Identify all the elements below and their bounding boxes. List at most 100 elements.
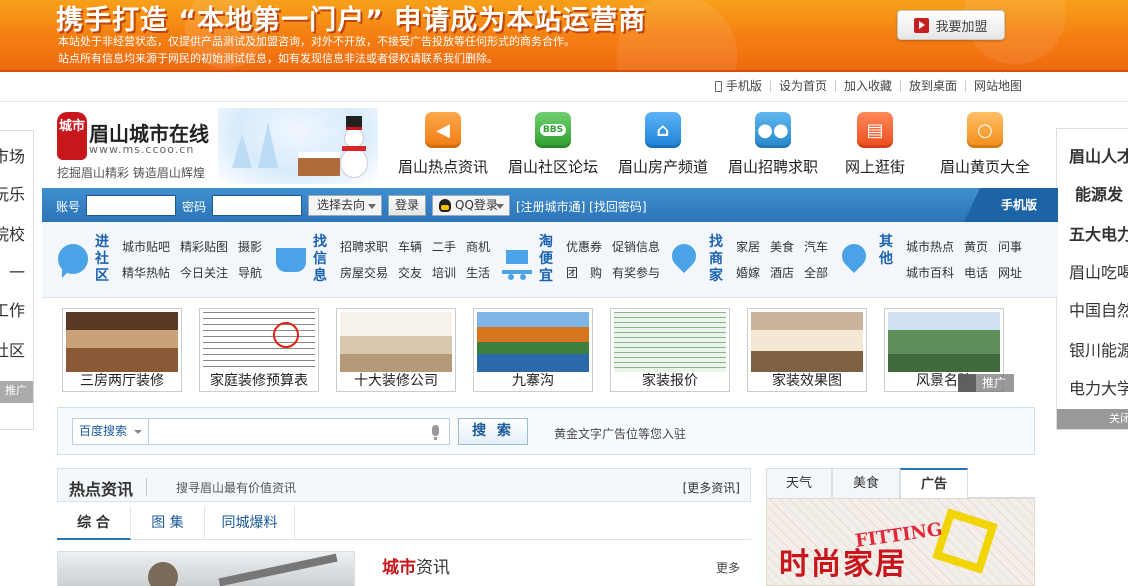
text-ad-slot[interactable]: 黄金文字广告位等您入驻	[554, 425, 686, 442]
search-input[interactable]	[148, 418, 450, 445]
left-ad-item[interactable]: 院校	[0, 221, 25, 245]
category-link[interactable]: 房屋交易	[340, 264, 388, 290]
left-ad-item[interactable]: 一	[0, 259, 25, 283]
account-input[interactable]	[86, 195, 176, 216]
top-banner: 携手打造 “本地第一门户” 申请成为本站运营商 本站处于非经营状态，仅提供产品测…	[0, 0, 1128, 72]
tab-ads[interactable]: 广告	[900, 468, 968, 499]
goto-select[interactable]: 选择去向	[308, 195, 382, 216]
category-link[interactable]: 城市贴吧	[122, 238, 170, 264]
more-news-link[interactable]: [更多资讯]	[683, 479, 740, 496]
tab-weather[interactable]: 天气	[766, 468, 832, 498]
right-ad-item[interactable]: 眉山吃喝	[1069, 259, 1128, 283]
city-news-more-link[interactable]: 更多	[716, 559, 740, 576]
left-ad-item[interactable]: 玩乐	[0, 181, 25, 205]
add-favorite-link[interactable]: 加入收藏	[834, 80, 900, 92]
category-link[interactable]: 城市热点	[906, 238, 954, 264]
left-ad-item[interactable]: 社区	[0, 337, 25, 361]
microphone-icon[interactable]	[432, 425, 439, 440]
desktop-shortcut-link[interactable]: 放到桌面	[899, 80, 965, 92]
channel-forum[interactable]: BBS 眉山社区论坛	[498, 112, 608, 177]
left-float-ad[interactable]: 市场 玩乐 院校 一 工作 社区 推广	[0, 130, 34, 430]
category-link[interactable]: 团 购	[566, 264, 602, 290]
right-ad-item[interactable]: 电力大学	[1069, 375, 1128, 399]
category-link[interactable]: 促销信息	[612, 238, 660, 264]
category-link[interactable]: 城市百科	[906, 264, 954, 290]
category-link[interactable]: 网址	[998, 264, 1022, 290]
channel-house[interactable]: ⌂ 眉山房产频道	[608, 112, 718, 177]
channel-shopping[interactable]: ▤ 网上逛街	[820, 112, 930, 177]
right-ad-close[interactable]: 关闭	[1057, 409, 1128, 429]
channel-yellowpages[interactable]: ○ 眉山黄页大全	[930, 112, 1040, 177]
right-ad-item[interactable]: 眉山人才	[1069, 143, 1128, 167]
category-link[interactable]: 招聘求职	[340, 238, 388, 264]
mobile-link[interactable]: 手机版	[707, 80, 770, 92]
category-link[interactable]: 电话	[964, 264, 988, 290]
category-link[interactable]: 二手	[432, 238, 456, 264]
join-button[interactable]: 我要加盟	[897, 10, 1005, 40]
banner-notice-2: 站点所有信息均来源于网民的初始测试信息，如有发现信息非法或者侵权请联系我们删除。	[58, 52, 498, 65]
thumbnail[interactable]: 九寨沟	[473, 308, 593, 392]
tab-gallery[interactable]: 图 集	[131, 506, 205, 540]
category-link[interactable]: 交友	[398, 264, 422, 290]
category-link[interactable]: 精彩贴图	[180, 238, 228, 264]
category-link[interactable]: 家居	[736, 238, 760, 264]
login-bar: 账号 密码 选择去向 登录 QQ登录 [注册城市通] [找回密码] 手机版	[42, 188, 1058, 222]
password-input[interactable]	[212, 195, 302, 216]
tab-general[interactable]: 综 合	[57, 506, 131, 540]
set-homepage-link[interactable]: 设为首页	[769, 80, 835, 92]
category-link[interactable]: 婚嫁	[736, 264, 760, 290]
category-link[interactable]: 车辆	[398, 238, 422, 264]
category-link[interactable]: 培训	[432, 264, 456, 290]
qq-login-select[interactable]: QQ登录	[432, 195, 510, 216]
tab-food[interactable]: 美食	[832, 468, 900, 498]
news-photo[interactable]	[57, 551, 355, 586]
thumbnail-image	[340, 312, 452, 372]
right-ad-item[interactable]: 中国自然	[1069, 297, 1128, 321]
city-news-heading: 城市资讯	[382, 558, 450, 578]
channel-hot-news[interactable]: ◀ 眉山热点资讯	[388, 112, 498, 177]
promo-badge: 推广	[958, 374, 1014, 392]
search-button[interactable]: 搜 索	[458, 418, 528, 445]
category-link[interactable]: 精华热帖	[122, 264, 170, 290]
category-link[interactable]: 全部	[804, 264, 828, 290]
thumbnail[interactable]: 十大装修公司	[336, 308, 456, 392]
thumbnail[interactable]: 家装效果图	[747, 308, 867, 392]
shopping-cart-icon	[502, 244, 532, 280]
category-link[interactable]: 美食	[770, 238, 794, 264]
thumbnail[interactable]: 家庭装修预算表	[199, 308, 319, 392]
left-ad-item[interactable]: 工作	[0, 297, 25, 321]
site-logo[interactable]: 城市 眉山城市在线 www.ms.ccoo.cn 挖掘眉山精彩 铸造眉山辉煌	[57, 112, 217, 182]
right-ad-item[interactable]: 五大电力	[1069, 221, 1128, 245]
news-subtitle: 搜寻眉山最有价值资讯	[176, 481, 297, 495]
category-link[interactable]: 有奖参与	[612, 264, 660, 290]
home-fashion-ad[interactable]: FITTING 时尚家居	[766, 498, 1035, 586]
category-link[interactable]: 摄影	[238, 238, 262, 264]
left-ad-item[interactable]: 市场	[0, 143, 25, 167]
tab-local-reports[interactable]: 同城爆料	[205, 506, 295, 540]
category-link[interactable]: 酒店	[770, 264, 794, 290]
chevron-down-icon	[134, 430, 142, 434]
utility-bar: 手机版 设为首页 加入收藏 放到桌面 网站地图	[0, 74, 1128, 102]
thumbnail[interactable]: 家装报价	[610, 308, 730, 392]
category-link[interactable]: 问事	[998, 238, 1022, 264]
right-ad-item[interactable]: 能源发	[1075, 181, 1123, 205]
mobile-version-tab[interactable]: 手机版	[964, 188, 1058, 222]
channel-nav: ◀ 眉山热点资讯 BBS 眉山社区论坛 ⌂ 眉山房产频道 ●● 眉山招聘求职 ▤…	[388, 112, 1048, 178]
right-ad-item[interactable]: 银川能源	[1069, 337, 1128, 361]
thumbnail-image	[614, 312, 726, 372]
thumbnail[interactable]: 三房两厅装修	[62, 308, 182, 392]
category-link[interactable]: 今日关注	[180, 264, 228, 290]
search-area: 百度搜索 搜 索 黄金文字广告位等您入驻	[57, 407, 1035, 455]
register-links[interactable]: [注册城市通] [找回密码]	[516, 198, 647, 215]
logo-url: www.ms.ccoo.cn	[89, 143, 195, 156]
category-link[interactable]: 汽车	[804, 238, 828, 264]
sitemap-link[interactable]: 网站地图	[964, 80, 1030, 92]
category-link[interactable]: 黄页	[964, 238, 988, 264]
category-link[interactable]: 导航	[238, 264, 262, 290]
thumbnail-strip: 三房两厅装修 家庭装修预算表 十大装修公司 九寨沟 家装报价 家装效果图 风景名…	[62, 308, 1022, 392]
channel-jobs[interactable]: ●● 眉山招聘求职	[718, 112, 828, 177]
category-link[interactable]: 优惠券	[566, 238, 602, 264]
right-float-ad[interactable]: 眉山人才 能源发 五大电力 眉山吃喝 中国自然 银川能源 电力大学 关闭	[1056, 128, 1128, 430]
login-button[interactable]: 登录	[388, 195, 426, 216]
search-engine-select[interactable]: 百度搜索	[72, 418, 148, 445]
